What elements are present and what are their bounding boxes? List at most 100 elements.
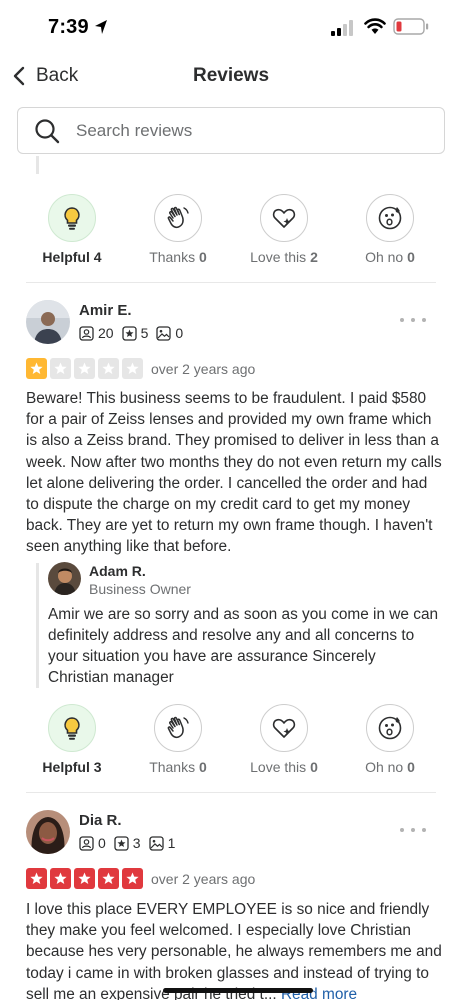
- reaction-name: Thanks: [149, 759, 196, 775]
- love-this-reaction-button[interactable]: Love this 0: [234, 704, 334, 775]
- oh-no-label: Oh no 0: [340, 759, 440, 775]
- reaction-count: 4: [93, 249, 102, 265]
- reply-name[interactable]: Adam R.: [89, 563, 146, 579]
- avatar-photo: [26, 810, 70, 854]
- star-icon: [50, 868, 71, 889]
- oh-no-reaction-button[interactable]: Oh no 0: [340, 194, 440, 265]
- reply-role: Business Owner: [89, 581, 191, 597]
- more-options-button[interactable]: [400, 315, 426, 325]
- review-star-icon: [114, 835, 129, 851]
- oh-no-label: Oh no 0: [340, 249, 440, 265]
- photo-icon: [148, 835, 164, 851]
- thanks-reaction-circle: [154, 704, 202, 752]
- reply-bar: [36, 563, 39, 688]
- friends-icon: [79, 835, 94, 851]
- star-icon: [50, 358, 71, 379]
- love-this-label: Love this 0: [234, 759, 334, 775]
- review-text: I love this place EVERY EMPLOYEE is so n…: [26, 899, 442, 1000]
- star-icon: [122, 358, 143, 379]
- photos-count: 1: [167, 835, 176, 851]
- reaction-name: Love this: [250, 249, 307, 265]
- thanks-label: Thanks 0: [128, 759, 228, 775]
- avatar[interactable]: [26, 300, 70, 344]
- photos-count: 0: [175, 325, 184, 341]
- reviewer-stats: 0 3 1: [79, 835, 183, 851]
- review-date: over 2 years ago: [151, 361, 256, 377]
- reaction-name: Helpful: [42, 759, 90, 775]
- reviewer-name[interactable]: Amir E.: [79, 302, 132, 319]
- star-icon: [98, 868, 119, 889]
- friends-stat: 0: [79, 835, 106, 851]
- reaction-name: Love this: [250, 759, 307, 775]
- search-input[interactable]: [76, 120, 396, 141]
- friends-icon: [79, 325, 94, 341]
- review-star-icon: [121, 325, 137, 341]
- reviews-count: 5: [140, 325, 149, 341]
- reaction-count: 0: [407, 759, 415, 775]
- friends-count: 0: [98, 835, 106, 851]
- reviews-stat: 3: [114, 835, 141, 851]
- helpful-label: Helpful 3: [22, 759, 122, 775]
- previous-reply-bar: [36, 156, 39, 174]
- shocked-face-icon: [378, 716, 402, 740]
- review-reactions: Helpful 3 Thanks 0 Love this 0 Oh no 0: [0, 704, 462, 784]
- reply-text: Amir we are so sorry and as soon as you …: [48, 606, 439, 686]
- more-options-button[interactable]: [400, 825, 426, 835]
- review-date: over 2 years ago: [151, 871, 256, 887]
- love-this-label: Love this 2: [234, 249, 334, 265]
- waving-hand-icon: [167, 716, 189, 739]
- heart-sparkle-icon: [272, 208, 296, 228]
- lightbulb-icon: [64, 717, 80, 740]
- reply-avatar[interactable]: [48, 562, 81, 595]
- battery-low-icon: [393, 18, 429, 35]
- thanks-reaction-circle: [154, 194, 202, 242]
- status-time: 7:39: [48, 16, 89, 38]
- reaction-count: 0: [407, 249, 415, 265]
- star-icon: [26, 868, 47, 889]
- divider: [26, 792, 436, 793]
- star-icon: [98, 358, 119, 379]
- page-title: Reviews: [192, 65, 270, 86]
- helpful-reaction-button[interactable]: Helpful 4: [22, 194, 122, 265]
- wifi-icon: [364, 18, 386, 34]
- star-rating: [26, 358, 146, 379]
- search-bar[interactable]: [17, 107, 445, 154]
- helpful-reaction-circle: [48, 704, 96, 752]
- reviewer-name[interactable]: Dia R.: [79, 812, 122, 829]
- star-icon: [26, 358, 47, 379]
- reviews-count: 3: [132, 835, 141, 851]
- love-this-reaction-circle: [260, 704, 308, 752]
- photos-stat: 0: [156, 325, 183, 341]
- oh-no-reaction-button[interactable]: Oh no 0: [340, 704, 440, 775]
- shocked-face-icon: [378, 206, 402, 230]
- photo-icon: [156, 325, 172, 341]
- search-icon: [35, 118, 60, 143]
- star-icon: [74, 358, 95, 379]
- thanks-label: Thanks 0: [128, 249, 228, 265]
- oh-no-reaction-circle: [366, 194, 414, 242]
- love-this-reaction-circle: [260, 194, 308, 242]
- reaction-count: 2: [310, 249, 318, 265]
- photos-stat: 1: [148, 835, 176, 851]
- reaction-count: 0: [310, 759, 318, 775]
- reaction-count: 0: [199, 759, 207, 775]
- divider: [26, 282, 436, 283]
- helpful-reaction-button[interactable]: Helpful 3: [22, 704, 122, 775]
- love-this-reaction-button[interactable]: Love this 2: [234, 194, 334, 265]
- star-rating: [26, 868, 146, 889]
- thanks-reaction-button[interactable]: Thanks 0: [128, 194, 228, 265]
- reviews-stat: 5: [121, 325, 149, 341]
- friends-stat: 20: [79, 325, 114, 341]
- star-icon: [74, 868, 95, 889]
- helpful-reaction-circle: [48, 194, 96, 242]
- thanks-reaction-button[interactable]: Thanks 0: [128, 704, 228, 775]
- oh-no-reaction-circle: [366, 704, 414, 752]
- reply-avatar-photo: [48, 562, 81, 595]
- cellular-signal-icon: [331, 20, 353, 36]
- avatar[interactable]: [26, 810, 70, 854]
- home-indicator: [163, 988, 313, 993]
- reaction-count: 0: [199, 249, 207, 265]
- status-bar: 7:39: [0, 0, 462, 52]
- reaction-count: 3: [93, 759, 102, 775]
- nav-bar: Back Reviews: [0, 56, 462, 96]
